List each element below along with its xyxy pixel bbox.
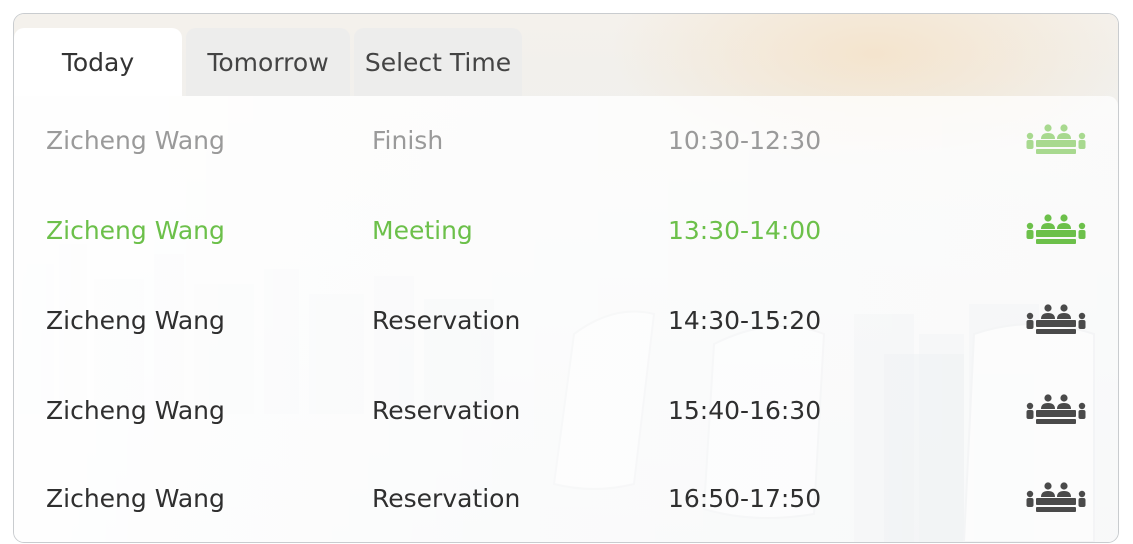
schedule-frame: Today Tomorrow Select Time Zicheng Wang … — [14, 14, 1118, 542]
schedule-row[interactable]: Zicheng Wang Reservation 16:50-17:50 — [14, 454, 1118, 542]
organizer-name: Zicheng Wang — [46, 483, 225, 513]
tab-tomorrow[interactable]: Tomorrow — [186, 28, 350, 96]
organizer-name: Zicheng Wang — [46, 395, 225, 425]
tab-today[interactable]: Today — [14, 28, 182, 96]
tab-select-time[interactable]: Select Time — [354, 28, 522, 96]
time-slot: 14:30-15:20 — [668, 305, 822, 335]
day-tabs: Today Tomorrow Select Time — [14, 28, 526, 96]
meeting-room-icon — [1026, 124, 1086, 154]
time-slot: 16:50-17:50 — [668, 483, 822, 513]
time-slot: 15:40-16:30 — [668, 395, 822, 425]
meeting-room-icon — [1026, 394, 1086, 424]
organizer-name: Zicheng Wang — [46, 125, 225, 155]
meeting-status: Reservation — [372, 395, 521, 425]
organizer-name: Zicheng Wang — [46, 305, 225, 335]
meeting-room-icon — [1026, 482, 1086, 512]
meeting-status: Finish — [372, 125, 444, 155]
meeting-status: Meeting — [372, 215, 473, 245]
meeting-room-icon — [1026, 214, 1086, 244]
schedule-row[interactable]: Zicheng Wang Reservation 14:30-15:20 — [14, 276, 1118, 364]
time-slot: 10:30-12:30 — [668, 125, 822, 155]
meeting-status: Reservation — [372, 305, 521, 335]
schedule-list: Zicheng Wang Finish 10:30-12:30 Zicheng … — [14, 96, 1118, 542]
schedule-row[interactable]: Zicheng Wang Finish 10:30-12:30 — [14, 96, 1118, 184]
organizer-name: Zicheng Wang — [46, 215, 225, 245]
time-slot: 13:30-14:00 — [668, 215, 822, 245]
schedule-row[interactable]: Zicheng Wang Meeting 13:30-14:00 — [14, 186, 1118, 274]
meeting-status: Reservation — [372, 483, 521, 513]
meeting-room-icon — [1026, 304, 1086, 334]
schedule-row[interactable]: Zicheng Wang Reservation 15:40-16:30 — [14, 366, 1118, 454]
